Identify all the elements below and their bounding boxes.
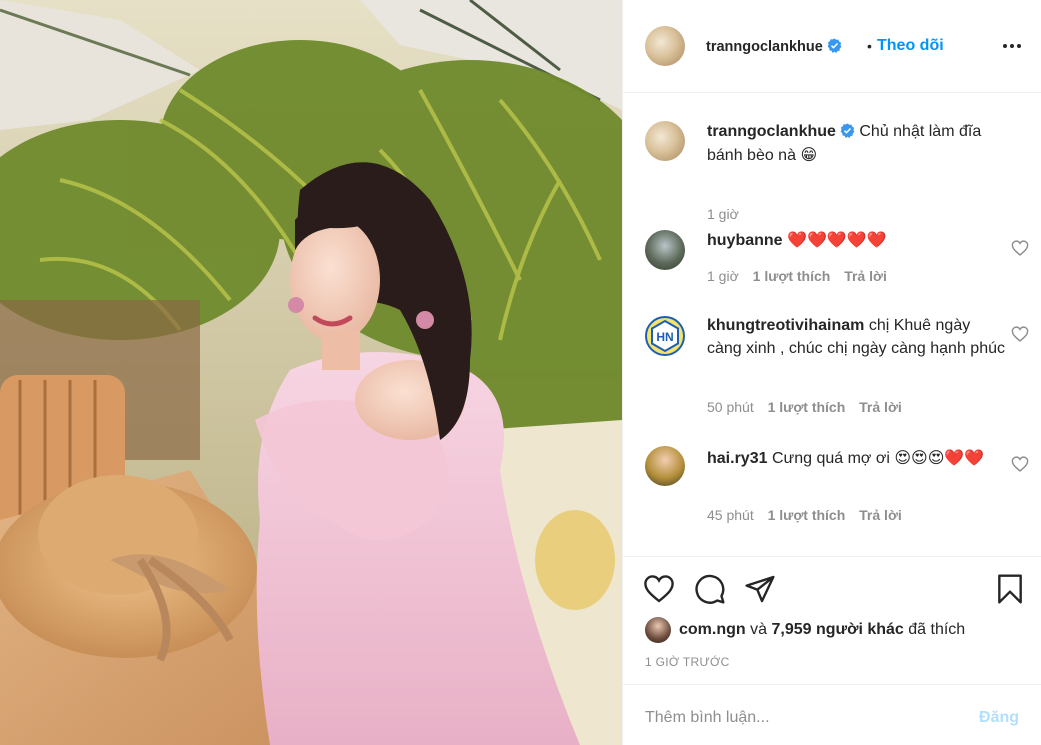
post-image-illustration [0,0,622,745]
comment-time[interactable]: 1 giờ [707,268,739,284]
comment-meta: 1 giờ 1 lượt thích Trả lời [707,268,897,284]
comment-icon[interactable] [694,573,726,605]
comment-reply-button[interactable]: Trả lời [859,399,902,415]
more-options-icon[interactable] [1000,36,1024,56]
comment-text: hai.ry31 Cưng quá mợ ơi 😍😍😍❤️❤️ [707,447,1007,471]
caption-text: tranngoclankhue Chủ nhật làm đĩa bánh bè… [707,121,1007,167]
verified-icon [827,38,842,53]
hn-logo-text: HN [656,330,673,344]
caption-username[interactable]: tranngoclankhue [707,123,836,140]
comment-reply-button[interactable]: Trả lời [844,268,887,284]
comment-likes[interactable]: 1 lượt thích [768,507,846,523]
caption-time[interactable]: 1 giờ [707,206,739,222]
comment-time[interactable]: 45 phút [707,507,754,523]
comment-like-heart-icon[interactable] [1011,456,1029,472]
comment-likes[interactable]: 1 lượt thích [753,268,831,284]
comment-text: huybanne ❤️❤️❤️❤️❤️ [707,229,1007,253]
comment-likes[interactable]: 1 lượt thích [768,399,846,415]
likes-text: com.ngn và 7,959 người khác đã thích [679,621,965,639]
comment-time[interactable]: 50 phút [707,399,754,415]
post-modal: tranngoclankhue • Theo dõi tranngoclankh… [0,0,1041,745]
owner-username[interactable]: tranngoclankhue [706,38,842,55]
comment-like-heart-icon[interactable] [1011,240,1029,256]
comment-emoji: ❤️❤️❤️❤️❤️ [787,230,887,249]
commenter-avatar[interactable]: HN [645,316,685,356]
comment-meta: 45 phút 1 lượt thích Trả lời [707,507,912,523]
likes-connector: và [745,621,772,638]
owner-avatar[interactable] [645,26,685,66]
caption-meta: 1 giờ [707,206,749,222]
liker-username[interactable]: com.ngn [679,621,746,638]
comment-emoji: 😍😍😍❤️❤️ [894,448,985,467]
liker-avatar[interactable] [645,617,671,643]
post-image[interactable] [0,0,622,745]
bookmark-icon[interactable] [994,573,1026,605]
comment-input[interactable]: Thêm bình luận... [645,709,770,727]
commenter-avatar[interactable] [645,446,685,486]
owner-username-text[interactable]: tranngoclankhue [706,39,823,55]
post-sidebar: tranngoclankhue • Theo dõi tranngoclankh… [622,0,1041,745]
post-header: tranngoclankhue • Theo dõi [623,0,1041,93]
follow-separator: • [867,38,872,54]
likes-count[interactable]: 7,959 người khác [771,621,903,638]
likes-suffix: đã thích [903,621,966,638]
follow-button[interactable]: Theo dõi [877,37,944,55]
heart-icon[interactable] [643,573,675,605]
comment-username[interactable]: hai.ry31 [707,450,767,467]
add-comment-bar: Thêm bình luận... Đăng [623,684,1041,745]
comment-text: khungtreotivihainam chị Khuê ngày càng x… [707,315,1007,360]
hn-logo-icon: HN [651,319,679,353]
comment-username[interactable]: khungtreotivihainam [707,317,864,334]
comment-reply-button[interactable]: Trả lời [859,507,902,523]
comment-username[interactable]: huybanne [707,232,783,249]
post-timestamp[interactable]: 1 GIỜ TRƯỚC [645,655,730,669]
comments-list: tranngoclankhue Chủ nhật làm đĩa bánh bè… [623,94,1041,556]
post-comment-button[interactable]: Đăng [979,709,1019,727]
commenter-avatar[interactable] [645,230,685,270]
post-actions: com.ngn và 7,959 người khác đã thích 1 G… [623,556,1041,684]
comment-like-heart-icon[interactable] [1011,326,1029,342]
comment-body: Cưng quá mợ ơi [771,450,890,467]
caption-emoji: 😁 [800,144,818,164]
share-icon[interactable] [744,573,776,605]
caption-avatar[interactable] [645,121,685,161]
verified-icon [840,123,855,138]
comment-meta: 50 phút 1 lượt thích Trả lời [707,399,912,415]
